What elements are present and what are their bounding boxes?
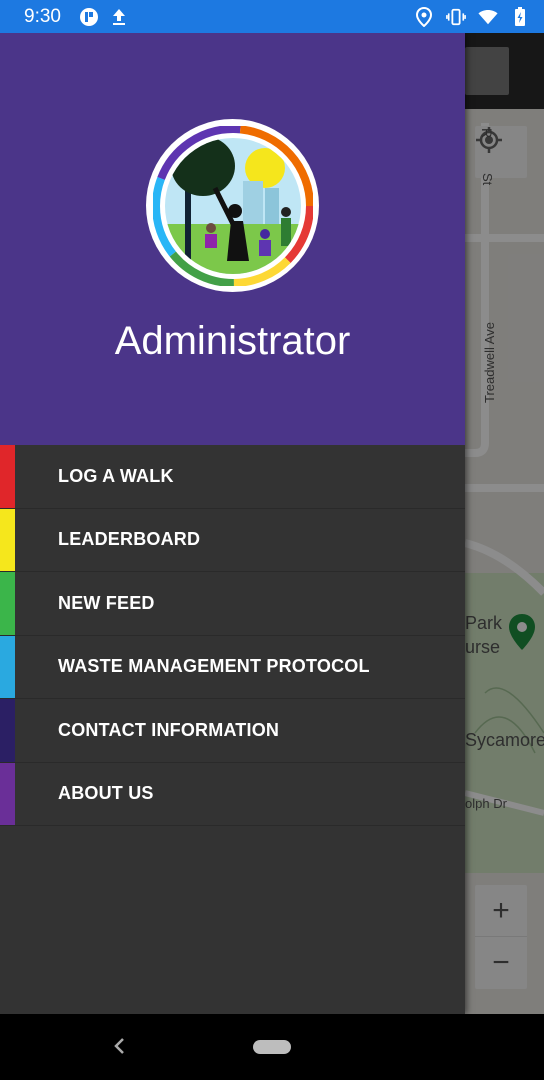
battery-icon [510, 6, 530, 27]
menu-item-about-us[interactable]: ABOUT US [0, 762, 465, 826]
menu-item-label: NEW FEED [58, 592, 155, 613]
map-street-label-st: St [480, 173, 495, 186]
menu-color-stripe [0, 508, 15, 571]
menu-item-waste-management-protocol[interactable]: WASTE MANAGEMENT PROTOCOL [0, 635, 465, 699]
menu-item-label: LOG A WALK [58, 465, 174, 486]
system-nav-bar [0, 1014, 544, 1080]
location-icon [414, 6, 434, 27]
menu-item-label: WASTE MANAGEMENT PROTOCOL [58, 656, 370, 677]
status-time: 9:30 [24, 5, 61, 27]
home-pill-button[interactable] [253, 1040, 291, 1054]
zoom-in-button[interactable]: + [475, 885, 527, 937]
menu-item-label: CONTACT INFORMATION [58, 719, 280, 740]
map-view[interactable]: R St Treadwell Ave Park urse Sycamore ol… [465, 33, 544, 1014]
drawer-header: Administrator [0, 33, 465, 445]
map-label-sycamore: Sycamore [465, 730, 544, 750]
menu-color-stripe [0, 572, 15, 635]
map-street-label-treadwell: Treadwell Ave [482, 322, 497, 403]
menu-item-new-feed[interactable]: NEW FEED [0, 572, 465, 636]
menu-item-leaderboard[interactable]: LEADERBOARD [0, 508, 465, 572]
menu-color-stripe [0, 699, 15, 762]
map-toolbar [465, 33, 544, 109]
back-icon[interactable] [112, 1036, 126, 1062]
status-bar: 9:30 [0, 0, 544, 33]
zoom-out-button[interactable]: − [475, 937, 527, 989]
map-label-urse: urse [465, 637, 501, 657]
menu-item-label: LEADERBOARD [58, 529, 201, 550]
menu-item-label: ABOUT US [58, 783, 154, 804]
map-label-dolph: olph Dr [465, 796, 507, 811]
menu-item-log-a-walk[interactable]: LOG A WALK [0, 445, 465, 509]
user-name: Administrator [114, 319, 351, 363]
avatar [146, 119, 319, 292]
map-street-label-r: R [479, 128, 495, 139]
menu-color-stripe [0, 762, 15, 825]
upload-icon [109, 7, 129, 27]
wifi-icon [478, 7, 498, 27]
logo-image [152, 125, 313, 286]
zoom-in-label: + [492, 893, 510, 927]
vibrate-icon [446, 7, 466, 27]
app-notification-icon [79, 7, 99, 27]
map-roads [465, 123, 544, 873]
menu-color-stripe [0, 635, 15, 698]
menu-color-stripe [0, 445, 15, 508]
menu-item-contact-information[interactable]: CONTACT INFORMATION [0, 699, 465, 763]
zoom-out-label: − [492, 946, 510, 979]
navigation-drawer: Administrator LOG A WALK LEADERBOARD NEW… [0, 33, 465, 1014]
map-label-park: Park [465, 613, 503, 633]
drawer-menu: LOG A WALK LEADERBOARD NEW FEED WASTE MA… [0, 445, 465, 826]
